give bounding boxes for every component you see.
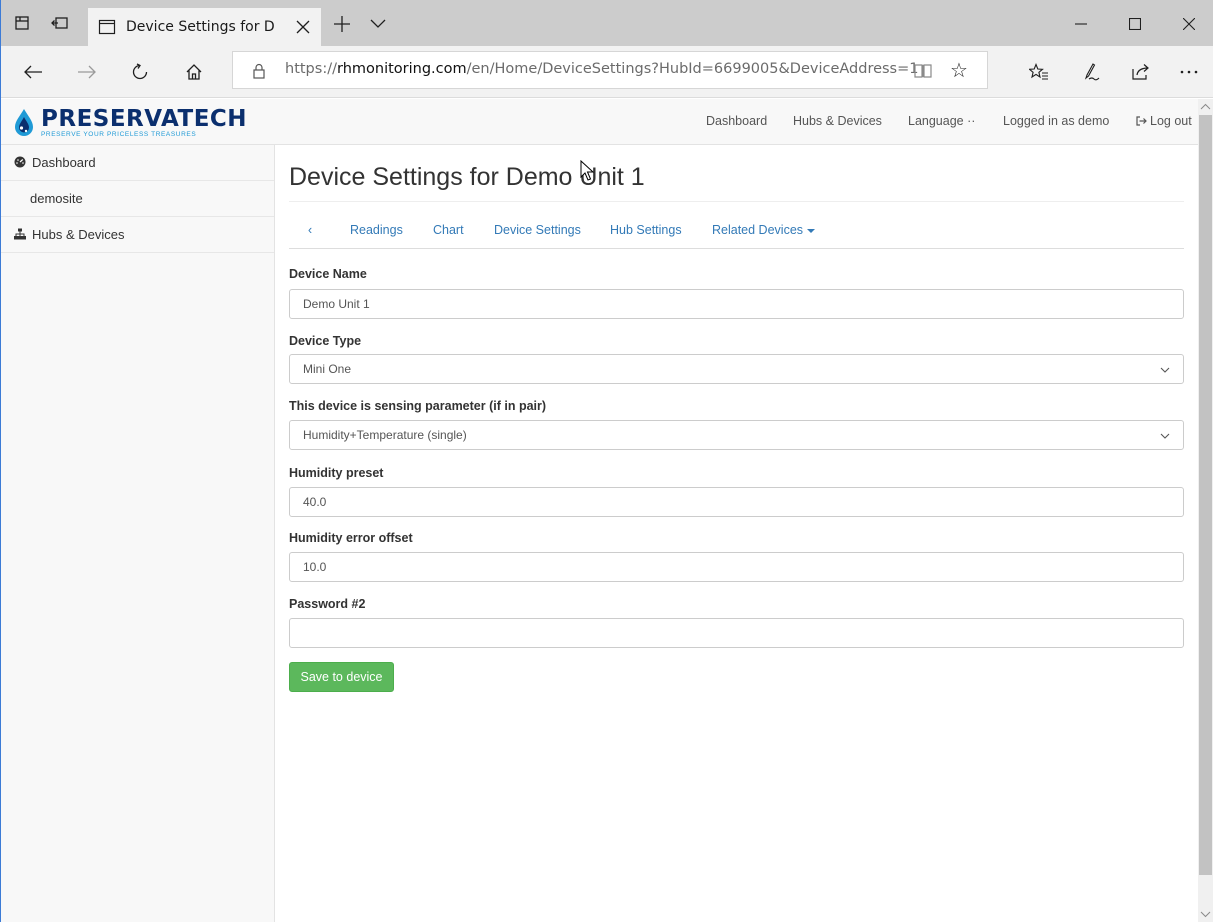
password2-label: Password #2 [289, 597, 366, 611]
password2-input[interactable] [289, 618, 1184, 648]
device-type-value: Mini One [303, 362, 352, 376]
share-icon[interactable] [1128, 59, 1154, 85]
logout-label: Log out [1150, 114, 1192, 128]
tab-readings[interactable]: Readings [350, 223, 403, 237]
sidebar: Dashboard demosite Hubs & Devices [1, 145, 275, 922]
topnav-dashboard[interactable]: Dashboard [706, 114, 767, 128]
related-devices-label: Related Devices [712, 223, 804, 237]
favorite-star-icon[interactable]: ☆ [947, 59, 971, 83]
topnav-logout[interactable]: Log out [1136, 114, 1192, 128]
close-window-icon[interactable] [1166, 8, 1212, 40]
humidity-offset-label: Humidity error offset [289, 531, 413, 545]
home-icon[interactable] [181, 59, 207, 85]
set-aside-tabs-icon[interactable] [11, 12, 33, 34]
tab-title: Device Settings for Dem [126, 19, 274, 35]
sidebar-item-label: Hubs & Devices [32, 227, 125, 242]
title-divider [289, 201, 1184, 202]
site-navbar: PRESERVATECH PRESERVE YOUR PRICELESS TRE… [1, 99, 1198, 145]
tabs-aside-icon[interactable] [49, 12, 71, 34]
sidebar-item-hubs-devices[interactable]: Hubs & Devices [1, 217, 274, 253]
tab-related-devices[interactable]: Related Devices [712, 223, 816, 237]
tab-chart[interactable]: Chart [433, 223, 464, 237]
url-prefix: https:// [285, 61, 337, 77]
address-bar[interactable]: https://rhmonitoring.com/en/Home/DeviceS… [232, 51, 988, 89]
device-tabs: ‹ Readings Chart Device Settings Hub Set… [289, 215, 1184, 249]
sitemap-icon [14, 228, 28, 242]
topnav-language[interactable]: Language ·· [908, 114, 975, 128]
sidebar-item-label: Dashboard [32, 155, 96, 170]
device-name-label: Device Name [289, 267, 367, 281]
new-tab-icon[interactable] [330, 12, 354, 36]
chevron-down-icon [1160, 433, 1170, 439]
scroll-up-icon[interactable] [1200, 102, 1211, 112]
drop-logo-icon [15, 109, 33, 136]
scroll-down-icon[interactable] [1200, 909, 1211, 919]
save-to-device-button[interactable]: Save to device [289, 662, 394, 692]
window-edge [0, 0, 1, 922]
url-host: rhmonitoring.com [336, 61, 467, 77]
topnav-logged-in[interactable]: Logged in as demo [1003, 114, 1109, 128]
browser-tab-strip: Device Settings for Dem [0, 0, 1213, 46]
sidebar-item-label: demosite [30, 191, 83, 206]
active-browser-tab[interactable]: Device Settings for Dem [88, 8, 321, 46]
device-type-label: Device Type [289, 334, 362, 348]
tab-hub-settings[interactable]: Hub Settings [610, 223, 682, 237]
favorites-hub-icon[interactable] [1026, 59, 1052, 85]
url-text[interactable]: https://rhmonitoring.com/en/Home/DeviceS… [285, 61, 919, 77]
minimize-icon[interactable] [1058, 8, 1104, 40]
dashboard-icon [14, 156, 28, 170]
device-type-select[interactable]: Mini One [289, 354, 1184, 384]
sensing-parameter-select[interactable]: Humidity+Temperature (single) [289, 420, 1184, 450]
log-out-icon [1136, 116, 1147, 126]
sidebar-item-demosite[interactable]: demosite [1, 181, 274, 217]
device-name-input[interactable] [289, 289, 1184, 319]
back-arrow-icon[interactable] [20, 59, 46, 85]
maximize-icon[interactable] [1112, 8, 1158, 40]
chevron-down-icon[interactable] [366, 12, 390, 36]
brand-name: PRESERVATECH [41, 106, 248, 132]
brand-tagline: PRESERVE YOUR PRICELESS TREASURES [41, 131, 197, 138]
scrollbar-thumb[interactable] [1199, 115, 1212, 875]
refresh-icon[interactable] [127, 59, 153, 85]
page-icon [96, 16, 118, 38]
reading-view-icon[interactable] [913, 61, 933, 81]
humidity-offset-input[interactable] [289, 552, 1184, 582]
mouse-cursor-icon [580, 160, 594, 181]
sensing-parameter-value: Humidity+Temperature (single) [303, 428, 467, 442]
lock-icon [253, 63, 265, 79]
chevron-down-icon [1160, 367, 1170, 373]
caret-down-icon [807, 228, 816, 233]
brand-logo[interactable]: PRESERVATECH PRESERVE YOUR PRICELESS TRE… [13, 108, 247, 140]
forward-arrow-icon[interactable] [74, 59, 100, 85]
page-scrollbar[interactable] [1198, 99, 1213, 922]
pen-icon[interactable] [1077, 59, 1103, 85]
humidity-preset-input[interactable] [289, 487, 1184, 517]
tab-back[interactable]: ‹ [308, 223, 312, 237]
sidebar-item-dashboard[interactable]: Dashboard [1, 145, 274, 181]
sensing-parameter-label: This device is sensing parameter (if in … [289, 399, 547, 413]
more-options-icon[interactable] [1176, 59, 1202, 85]
browser-toolbar: https://rhmonitoring.com/en/Home/DeviceS… [0, 46, 1213, 98]
tab-device-settings[interactable]: Device Settings [494, 223, 581, 237]
close-tab-icon[interactable] [293, 17, 313, 37]
humidity-preset-label: Humidity preset [289, 466, 384, 480]
url-path: /en/Home/DeviceSettings?HubId=6699005&De… [466, 61, 919, 77]
topnav-hubs-devices[interactable]: Hubs & Devices [793, 114, 882, 128]
